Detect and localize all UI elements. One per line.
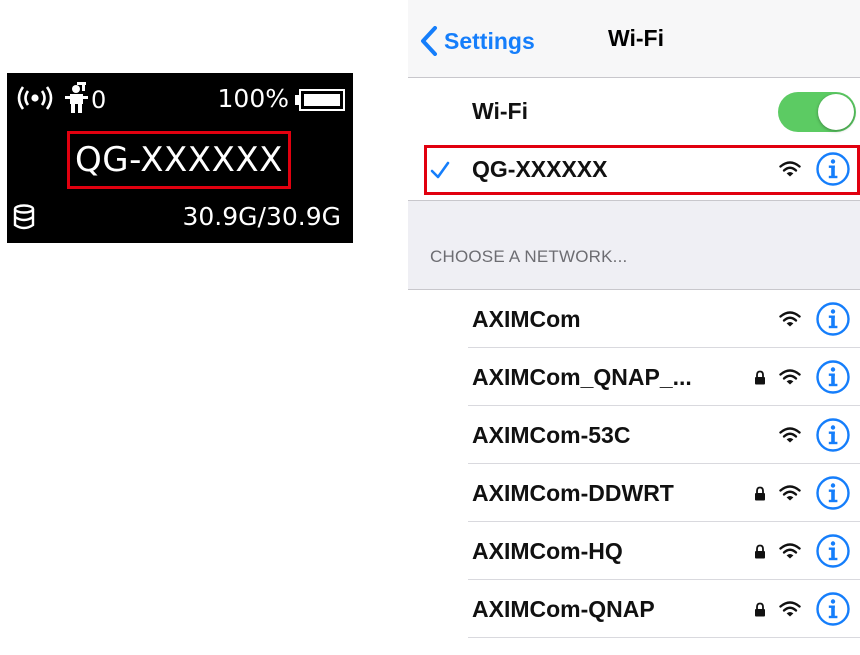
info-button-icon[interactable]: [816, 476, 850, 510]
network-row[interactable]: AXIMCom-QNAP: [408, 580, 860, 638]
network-row[interactable]: AXIMCom-HQ: [408, 522, 860, 580]
device-ssid-highlight: QG-XXXXXX: [67, 131, 291, 189]
info-button-icon[interactable]: [816, 592, 850, 626]
data-usage-icon: [13, 204, 35, 230]
wifi-signal-icon: [779, 161, 801, 177]
wifi-signal-icon: [779, 311, 801, 327]
device-screen: 0 100% QG-XXXXXX 30.9G/30.9G: [7, 73, 353, 243]
connected-network-name: QG-XXXXXX: [472, 156, 608, 182]
network-name: AXIMCom_QNAP_...: [472, 364, 692, 390]
wifi-toggle[interactable]: [778, 92, 856, 132]
network-row[interactable]: AXIMCom_QNAP_...: [408, 348, 860, 406]
chevron-left-icon: [421, 26, 437, 56]
toggle-knob: [818, 94, 854, 130]
network-row[interactable]: AXIMCom: [408, 290, 860, 348]
connected-user-icon: [65, 82, 88, 113]
network-row[interactable]: AXIMCom-DDWRT: [408, 464, 860, 522]
choose-network-header: CHOOSE A NETWORK...: [430, 247, 628, 266]
network-name: AXIMCom-HQ: [472, 538, 623, 564]
lock-icon: [755, 370, 765, 385]
wifi-signal-icon: [779, 543, 801, 559]
back-label: Settings: [444, 27, 535, 54]
wifi-signal-icon: [779, 601, 801, 617]
network-row[interactable]: AXIMCom-53C: [408, 406, 860, 464]
page-title: Wi-Fi: [608, 25, 664, 51]
wifi-signal-icon: [779, 485, 801, 501]
wireless-broadcast-icon: [17, 86, 53, 110]
battery-level: 100%: [217, 84, 289, 113]
info-button-icon[interactable]: [816, 360, 850, 394]
device-ssid: QG-XXXXXX: [75, 140, 283, 180]
network-name: AXIMCom-DDWRT: [472, 480, 674, 506]
network-name: AXIMCom-53C: [472, 422, 631, 448]
ios-wifi-settings: Settings Wi-Fi Wi-Fi QG-XXXXXX CHOOSE A: [408, 0, 860, 655]
section-header-area: CHOOSE A NETWORK...: [408, 200, 860, 290]
wifi-signal-icon: [779, 427, 801, 443]
battery-full-icon: [295, 89, 345, 111]
wifi-signal-icon: [779, 369, 801, 385]
back-button[interactable]: Settings: [420, 24, 535, 58]
info-button-icon[interactable]: [816, 152, 850, 186]
lock-icon: [755, 544, 765, 559]
info-button-icon[interactable]: [816, 418, 850, 452]
device-data-row: 30.9G/30.9G: [7, 201, 353, 235]
network-name: AXIMCom: [472, 306, 581, 332]
row-divider: [468, 637, 860, 638]
lock-icon: [755, 486, 765, 501]
checkmark-icon: [430, 161, 450, 179]
info-button-icon[interactable]: [816, 534, 850, 568]
client-count: 0: [91, 86, 107, 114]
data-usage: 30.9G/30.9G: [182, 202, 342, 231]
device-ssid-row: QG-XXXXXX: [7, 131, 353, 191]
navigation-bar: Settings Wi-Fi: [408, 0, 860, 78]
info-button-icon[interactable]: [816, 302, 850, 336]
network-name: AXIMCom-QNAP: [472, 596, 655, 622]
connected-network-row[interactable]: QG-XXXXXX: [408, 138, 860, 204]
wifi-toggle-row: Wi-Fi: [408, 78, 860, 144]
lock-icon: [755, 602, 765, 617]
device-status-bar: 0 100%: [7, 81, 353, 115]
wifi-toggle-label: Wi-Fi: [472, 98, 528, 124]
